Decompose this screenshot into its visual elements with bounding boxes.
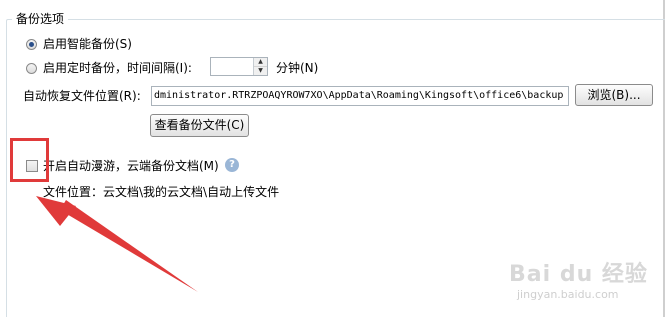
- smart-backup-option[interactable]: 启用智能备份(S): [26, 36, 132, 52]
- view-backup-button[interactable]: 查看备份文件(C): [150, 114, 249, 137]
- smart-backup-radio[interactable]: [26, 38, 37, 50]
- timed-backup-option[interactable]: 启用定时备份，时间间隔(I):: [26, 60, 192, 76]
- interval-spin-buttons[interactable]: ▲ ▼: [253, 58, 267, 75]
- interval-unit-label: 分钟(N): [276, 61, 319, 75]
- auto-recover-label: 自动恢复文件位置(R):: [23, 89, 141, 103]
- backup-options-panel: 备份选项 启用智能备份(S) 启用定时备份，时间间隔(I): ▲ ▼ 分钟(N)…: [0, 0, 665, 317]
- spin-up-icon[interactable]: ▲: [254, 58, 267, 67]
- watermark-brand: Bai du 经验: [509, 262, 648, 287]
- browse-button[interactable]: 浏览(B)...: [575, 84, 653, 106]
- timed-backup-label: 启用定时备份，时间间隔(I):: [43, 61, 192, 75]
- watermark-url: jingyan.baidu.com: [517, 288, 619, 301]
- roaming-label[interactable]: 开启自动漫游，云端备份文档(M): [43, 158, 219, 174]
- question-icon[interactable]: ?: [225, 158, 239, 172]
- smart-backup-label: 启用智能备份(S): [43, 37, 132, 51]
- baidu-watermark: Bai du 经验 jingyan.baidu.com: [509, 256, 648, 301]
- spin-down-icon[interactable]: ▼: [254, 67, 267, 75]
- interval-spinbox[interactable]: ▲ ▼: [210, 57, 268, 76]
- file-location-text: 文件位置：云文档\我的云文档\自动上传文件: [43, 185, 280, 199]
- group-title: 备份选项: [12, 11, 69, 27]
- auto-recover-path-field[interactable]: dministrator.RTRZPOAQYROW7XO\AppData\Roa…: [151, 86, 569, 106]
- timed-backup-radio[interactable]: [26, 62, 37, 74]
- annotation-highlight-box: [10, 138, 49, 182]
